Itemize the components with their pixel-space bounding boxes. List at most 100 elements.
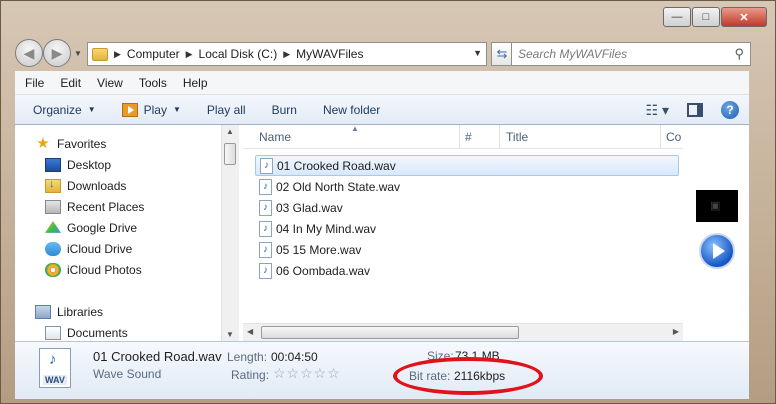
minimize-button[interactable]: — [663,7,691,27]
icloud-photos-icon [45,263,61,277]
chevron-right-icon[interactable]: ▶ [283,49,290,60]
column-divider[interactable] [499,125,500,149]
file-row[interactable]: ♪ 05 15 More.wav [255,239,679,260]
column-divider[interactable] [660,125,661,149]
recent-pages-dropdown[interactable]: ▼ [71,39,85,67]
recent-places-icon [45,200,61,214]
breadcrumb-mywavfiles[interactable]: MyWAVFiles [296,47,363,61]
icloud-drive-icon [45,242,61,256]
nav-libraries[interactable]: Libraries [35,302,103,322]
file-list: ▲ Name # Title Co ♪ 01 Crooked Road.wav … [243,125,683,341]
burn-button[interactable]: Burn [272,103,297,117]
content-area: ★ Favorites Desktop Downloads Recent Pla… [15,125,749,341]
column-divider[interactable] [459,125,460,149]
scroll-left-icon[interactable]: ◀ [247,327,253,336]
scroll-thumb[interactable] [261,326,519,339]
column-number[interactable]: # [465,130,472,144]
media-preview-thumbnail: ▣ [696,190,738,222]
nav-item-desktop[interactable]: Desktop [45,155,111,175]
breadcrumb-local-disk[interactable]: Local Disk (C:) [199,47,278,61]
nav-item-label: Downloads [67,179,127,193]
breadcrumb-computer[interactable]: Computer [127,47,180,61]
menu-bar: File Edit View Tools Help [15,71,749,95]
play-label: Play [143,102,167,117]
maximize-button[interactable]: □ [692,7,720,27]
search-input[interactable]: Search MyWAVFiles ⚲ [511,42,751,66]
forward-arrow-icon[interactable]: ▶ [43,39,71,67]
details-pane: ♪ WAV 01 Crooked Road.wav Wave Sound Len… [15,341,749,399]
menu-tools[interactable]: Tools [139,76,167,90]
highlight-ellipse [393,357,543,395]
navigation-pane: ★ Favorites Desktop Downloads Recent Pla… [15,125,239,341]
scroll-down-icon[interactable]: ▼ [226,330,234,339]
details-type: Wave Sound [93,367,162,381]
file-row[interactable]: ♪ 06 Oombada.wav [255,260,679,281]
length-label: Length: [227,350,268,364]
rating-stars[interactable]: ☆☆☆☆☆ [273,365,341,382]
organize-button[interactable]: Organize ▼ [33,103,96,117]
media-icon: ▣ [710,200,721,212]
menu-help[interactable]: Help [183,76,208,90]
desktop-icon [45,158,61,172]
refresh-button[interactable]: ⇆ [491,42,513,66]
sort-ascending-icon: ▲ [351,125,359,133]
close-button[interactable]: ✕ [721,7,767,27]
help-icon[interactable]: ? [721,101,739,119]
nav-item-icloud-drive[interactable]: iCloud Drive [45,239,132,259]
nav-libraries-label: Libraries [57,305,104,319]
column-title[interactable]: Title [506,130,528,144]
nav-item-documents[interactable]: Documents [45,323,128,341]
libraries-icon [35,305,51,319]
audio-file-icon: ♪ [259,262,272,279]
audio-file-icon: ♪ [259,241,272,258]
file-row[interactable]: ♪ 01 Crooked Road.wav [255,155,679,176]
nav-scrollbar[interactable]: ▲ ▼ [221,125,239,341]
chevron-down-icon[interactable]: ▼ [473,48,482,58]
view-controls: ☷ ▾ ? [646,101,739,119]
horizontal-scrollbar[interactable]: ◀ ▶ [243,323,683,341]
search-placeholder: Search MyWAVFiles [518,47,628,61]
nav-item-icloud-photos[interactable]: iCloud Photos [45,260,142,280]
address-bar[interactable]: ▶ Computer ▶ Local Disk (C:) ▶ MyWAVFile… [87,42,487,66]
menu-edit[interactable]: Edit [60,76,81,90]
file-name: 06 Oombada.wav [276,263,371,278]
search-icon[interactable]: ⚲ [734,46,744,62]
nav-favorites-label: Favorites [57,137,107,151]
nav-item-recent-places[interactable]: Recent Places [45,197,144,217]
star-icon: ★ [36,135,50,152]
wav-file-icon: ♪ WAV [39,348,71,388]
column-contributing[interactable]: Co [666,130,681,144]
preview-play-button[interactable] [699,233,735,269]
scroll-thumb[interactable] [224,143,236,165]
scroll-right-icon[interactable]: ▶ [673,327,679,336]
nav-favorites[interactable]: ★ Favorites [35,134,106,154]
rating-label: Rating: [231,368,270,382]
play-button[interactable]: Play ▼ [121,102,181,117]
file-row[interactable]: ♪ 02 Old North State.wav [255,176,679,197]
back-arrow-icon[interactable]: ◀ [15,39,43,67]
column-name[interactable]: Name [259,130,291,144]
details-filename: 01 Crooked Road.wav [93,349,222,364]
downloads-icon [45,178,61,193]
nav-item-google-drive[interactable]: Google Drive [45,218,137,238]
preview-pane-icon[interactable] [687,103,703,117]
file-row[interactable]: ♪ 04 In My Mind.wav [255,218,679,239]
file-name: 05 15 More.wav [276,242,362,257]
view-options-icon[interactable]: ☷ ▾ [646,102,669,119]
nav-item-label: iCloud Drive [67,242,133,256]
nav-item-label: Documents [67,326,128,340]
chevron-right-icon[interactable]: ▶ [186,49,193,60]
chevron-right-icon[interactable]: ▶ [114,49,121,60]
nav-buttons: ◀ ▶ ▼ [15,39,85,67]
menu-file[interactable]: File [25,76,44,90]
play-all-label: Play all [206,102,246,117]
music-note-icon: ♪ [49,351,57,368]
file-row[interactable]: ♪ 03 Glad.wav [255,197,679,218]
preview-pane: ▣ [683,125,749,341]
menu-view[interactable]: View [97,76,123,90]
new-folder-button[interactable]: New folder [323,103,380,117]
nav-item-downloads[interactable]: Downloads [45,176,126,196]
play-all-button[interactable]: Play all [207,103,246,117]
audio-file-icon: ♪ [260,157,273,174]
scroll-up-icon[interactable]: ▲ [226,127,234,136]
